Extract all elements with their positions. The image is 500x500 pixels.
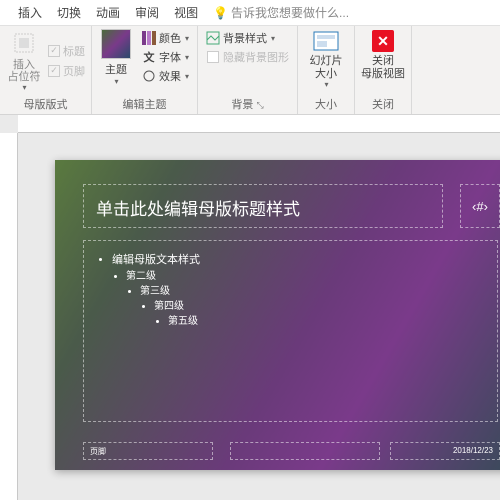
background-styles-label: 背景样式: [223, 30, 267, 46]
slide-master[interactable]: 单击此处编辑母版标题样式 ‹#› 编辑母版文本样式 第二级 第三级 第四级 第五…: [55, 160, 500, 470]
list-item: 第二级 第三级 第四级 第五级: [126, 267, 483, 327]
close-master-view-button[interactable]: ✕ 关闭 母版视图: [361, 29, 405, 80]
footer-center-placeholder[interactable]: [230, 442, 380, 460]
slide-workspace: 单击此处编辑母版标题样式 ‹#› 编辑母版文本样式 第二级 第三级 第四级 第五…: [0, 115, 500, 500]
group-master-layout: 插入 占位符 ▾ ✓标题 ✓页脚 母版版式: [0, 26, 92, 114]
body-placeholder[interactable]: 编辑母版文本样式 第二级 第三级 第四级 第五级: [83, 240, 498, 422]
group-label-size: 大小: [304, 94, 348, 112]
slide-size-label: 幻灯片 大小: [310, 55, 343, 80]
group-edit-theme: 主题 ▾ 颜色 ▾ 文字体 ▾ 效果 ▾ 编辑主题: [92, 26, 198, 114]
body-level-2: 第二级: [126, 271, 156, 282]
tab-insert[interactable]: 插入: [18, 4, 42, 21]
list-item: 第四级 第五级: [154, 297, 483, 327]
tab-review[interactable]: 审阅: [135, 4, 159, 21]
group-label-theme: 编辑主题: [98, 94, 191, 112]
dialog-launcher-icon[interactable]: ⤡: [256, 100, 263, 110]
slide-number: ‹#›: [472, 199, 488, 214]
chevron-down-icon: ▾: [22, 83, 26, 92]
checkbox-icon: ✓: [48, 65, 60, 77]
slide-number-placeholder[interactable]: ‹#›: [460, 184, 500, 228]
group-label-layout: 母版版式: [6, 94, 85, 112]
list-item: 编辑母版文本样式 第二级 第三级 第四级 第五级: [112, 251, 483, 327]
date-text: 2018/12/23: [453, 446, 493, 455]
checkbox-title: ✓标题: [48, 43, 85, 59]
body-level-1: 编辑母版文本样式: [112, 254, 200, 266]
colors-label: 颜色: [159, 30, 181, 46]
tab-animation[interactable]: 动画: [96, 4, 120, 21]
list-item: 第五级: [168, 312, 483, 327]
group-background: 背景样式 ▾ 隐藏背景图形 背景 ⤡: [198, 26, 298, 114]
horizontal-ruler[interactable]: [18, 115, 500, 133]
checkbox-footer-label: 页脚: [63, 63, 85, 79]
close-icon: ✕: [369, 29, 397, 53]
effects-button[interactable]: 效果 ▾: [140, 67, 191, 85]
vertical-ruler[interactable]: [0, 133, 18, 500]
group-size: 幻灯片 大小 ▾ 大小: [298, 26, 355, 114]
body-level-4: 第四级: [154, 301, 184, 312]
checkbox-icon: ✓: [48, 45, 60, 57]
checkbox-icon: [206, 50, 220, 64]
chevron-down-icon: ▾: [325, 80, 329, 89]
body-level-3: 第三级: [140, 286, 170, 297]
checkbox-footer: ✓页脚: [48, 63, 85, 79]
lightbulb-icon: 💡: [213, 6, 228, 20]
chevron-down-icon: ▾: [185, 34, 189, 43]
tab-transition[interactable]: 切换: [57, 4, 81, 21]
group-close: ✕ 关闭 母版视图 关闭: [355, 26, 412, 114]
fonts-icon: 文: [142, 50, 156, 64]
tab-view[interactable]: 视图: [174, 4, 198, 21]
theme-thumbnail-icon: [101, 29, 131, 59]
date-placeholder[interactable]: 2018/12/23: [390, 442, 500, 460]
colors-button[interactable]: 颜色 ▾: [140, 29, 191, 47]
chevron-down-icon: ▾: [185, 72, 189, 81]
fonts-button[interactable]: 文字体 ▾: [140, 48, 191, 66]
themes-label: 主题: [105, 61, 127, 77]
background-styles-button[interactable]: 背景样式 ▾: [204, 29, 291, 47]
insert-placeholder-button: 插入 占位符 ▾: [6, 29, 42, 92]
chevron-down-icon: ▾: [185, 53, 189, 62]
background-styles-icon: [206, 31, 220, 45]
placeholder-icon: [10, 29, 38, 57]
themes-button[interactable]: 主题 ▾: [98, 29, 134, 86]
chevron-down-icon: ▾: [271, 34, 275, 43]
slide-size-icon: [312, 29, 340, 53]
insert-placeholder-label: 插入 占位符: [8, 59, 41, 83]
body-level-5: 第五级: [168, 316, 198, 327]
ribbon-tabbar: 插入 切换 动画 审阅 视图 💡 告诉我您想要做什么...: [0, 0, 500, 26]
footer-left-placeholder[interactable]: 页脚: [83, 442, 213, 460]
checkbox-title-label: 标题: [63, 43, 85, 59]
effects-icon: [142, 69, 156, 83]
effects-label: 效果: [159, 68, 181, 84]
fonts-label: 字体: [159, 49, 181, 65]
group-label-background: 背景 ⤡: [204, 94, 291, 112]
title-placeholder[interactable]: 单击此处编辑母版标题样式: [83, 184, 443, 228]
hide-background-checkbox: 隐藏背景图形: [204, 48, 291, 66]
footer-text: 页脚: [90, 447, 106, 456]
colors-icon: [142, 31, 156, 45]
ribbon: 插入 占位符 ▾ ✓标题 ✓页脚 母版版式 主题 ▾ 颜色 ▾ 文字体 ▾ 效果 ▾ …: [0, 26, 500, 115]
slide-size-button[interactable]: 幻灯片 大小 ▾: [304, 29, 348, 89]
list-item: 第三级 第四级 第五级: [140, 282, 483, 327]
tell-me-label: 告诉我您想要做什么...: [231, 4, 349, 21]
tell-me-search[interactable]: 💡 告诉我您想要做什么...: [213, 4, 349, 21]
title-prompt: 单击此处编辑母版标题样式: [96, 200, 300, 219]
chevron-down-icon: ▾: [114, 77, 118, 86]
hide-background-label: 隐藏背景图形: [223, 49, 289, 65]
close-master-label: 关闭 母版视图: [361, 55, 405, 80]
group-label-close: 关闭: [361, 94, 405, 112]
